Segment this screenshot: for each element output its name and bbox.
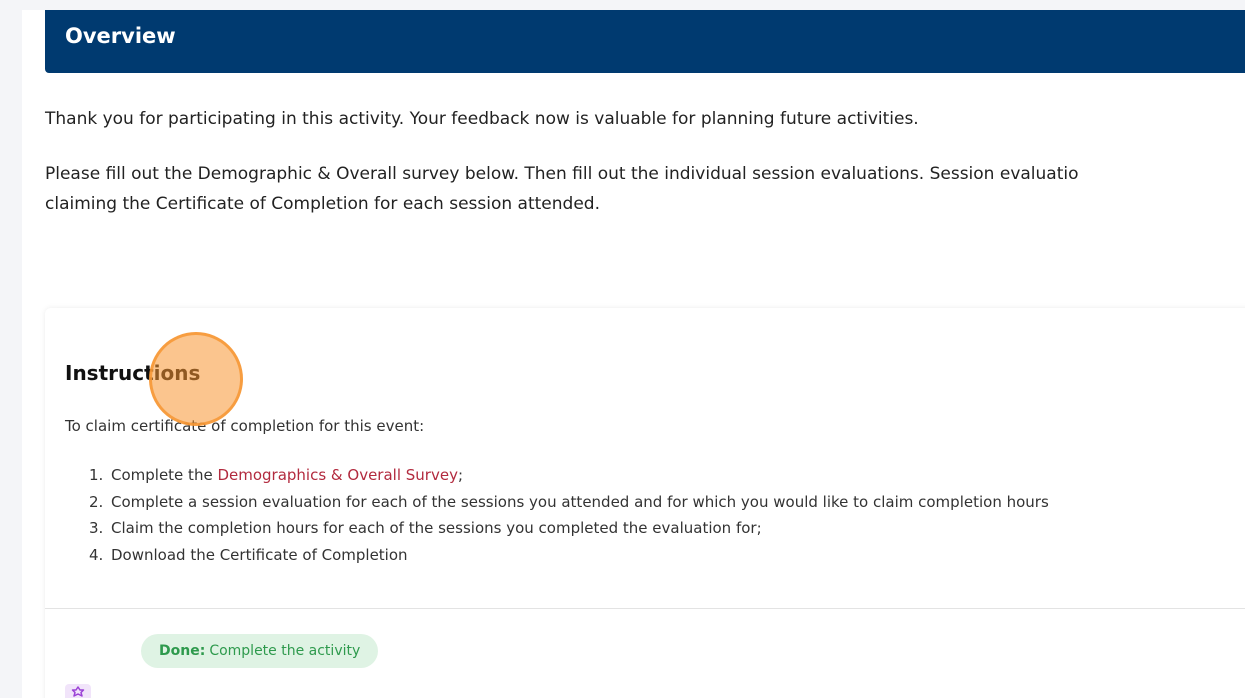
- overview-title: Overview: [65, 24, 176, 48]
- step-text: Download the Certificate of Completion: [111, 545, 408, 564]
- step-number: 4.: [89, 545, 104, 564]
- step-text: Complete a session evaluation for each o…: [111, 492, 1049, 511]
- intro-paragraph-2-line-1: Please fill out the Demographic & Overal…: [45, 164, 1079, 184]
- step-item: 2. Complete a session evaluation for each…: [89, 489, 1049, 516]
- instructions-steps-list: 1. Complete the Demographics & Overall Su…: [89, 462, 1049, 568]
- instructions-card: Instructions To claim certificate of com…: [45, 308, 1245, 698]
- step-number: 3.: [89, 519, 104, 537]
- instructions-title: Instructions: [65, 361, 201, 385]
- step-item: 3. Claim the completion hours for each of…: [89, 515, 1049, 542]
- intro-paragraph-1: Thank you for participating in this acti…: [45, 109, 919, 129]
- done-text: Complete the activity: [209, 643, 361, 659]
- overview-header: Overview: [45, 10, 1245, 73]
- intro-paragraph-2: Please fill out the Demographic & Overal…: [45, 159, 1245, 219]
- demographics-survey-link[interactable]: Demographics & Overall Survey: [217, 466, 458, 484]
- step-item: 4. Download the Certificate of Completion: [89, 542, 1049, 569]
- step-text: Complete the: [111, 466, 218, 484]
- page-container: Overview Thank you for participating in …: [22, 10, 1245, 698]
- done-label: Done:: [159, 643, 206, 659]
- step-number: 2.: [89, 492, 104, 511]
- step-text: Claim the completion hours for each of t…: [111, 519, 762, 537]
- step-number: 1.: [89, 466, 104, 484]
- step-suffix: ;: [457, 466, 464, 484]
- intro-paragraph-2-line-2: claiming the Certificate of Completion f…: [45, 194, 600, 214]
- step-item: 1. Complete the Demographics & Overall Su…: [89, 462, 1049, 489]
- certificate-badge-icon: [65, 684, 91, 698]
- section-divider: [45, 608, 1245, 609]
- instructions-subtitle: To claim certificate of completion for t…: [65, 417, 425, 435]
- done-status-badge: Done: Complete the activity: [141, 634, 379, 668]
